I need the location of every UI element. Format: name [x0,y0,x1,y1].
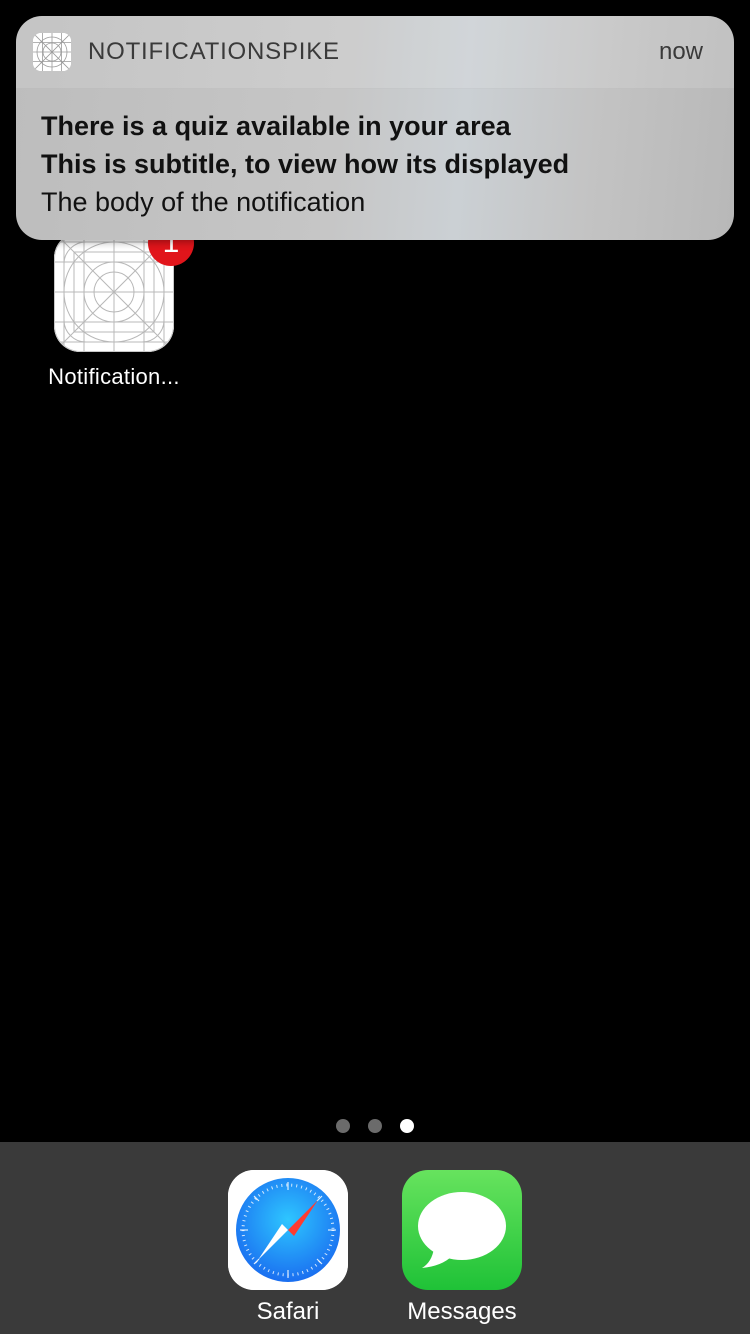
notification-body: The body of the notification [41,187,366,217]
page-dot-active[interactable] [400,1119,414,1133]
page-dot[interactable] [336,1119,350,1133]
safari-compass-icon[interactable] [228,1170,348,1290]
notification-subtitle: This is subtitle, to view how its displa… [41,149,570,179]
dock-app-label: Safari [256,1298,320,1325]
dock: Safari Messages [0,1142,750,1334]
app-grid-icon[interactable]: 1 [54,220,194,352]
home-screen: 1 Notification... NOTIFICATIONSPIKE now … [0,0,750,1334]
page-indicator[interactable] [0,1119,750,1133]
page-dot[interactable] [368,1119,382,1133]
app-grid-icon [33,33,71,71]
notification-time: now [658,38,703,65]
app-notificationspike[interactable]: 1 Notification... [30,220,198,390]
notification-header: NOTIFICATIONSPIKE now [16,16,734,89]
notification-banner[interactable]: NOTIFICATIONSPIKE now There is a quiz av… [16,16,734,240]
dock-app-safari[interactable]: Safari [208,1170,368,1326]
notification-content: There is a quiz available in your area T… [16,89,734,221]
app-label: Notification... [48,364,180,389]
dock-app-messages[interactable]: Messages [382,1170,542,1326]
notification-app-name: NOTIFICATIONSPIKE [88,38,340,65]
dock-app-label: Messages [407,1298,517,1325]
messages-bubble-icon[interactable] [402,1170,522,1290]
notification-title: There is a quiz available in your area [41,111,511,141]
